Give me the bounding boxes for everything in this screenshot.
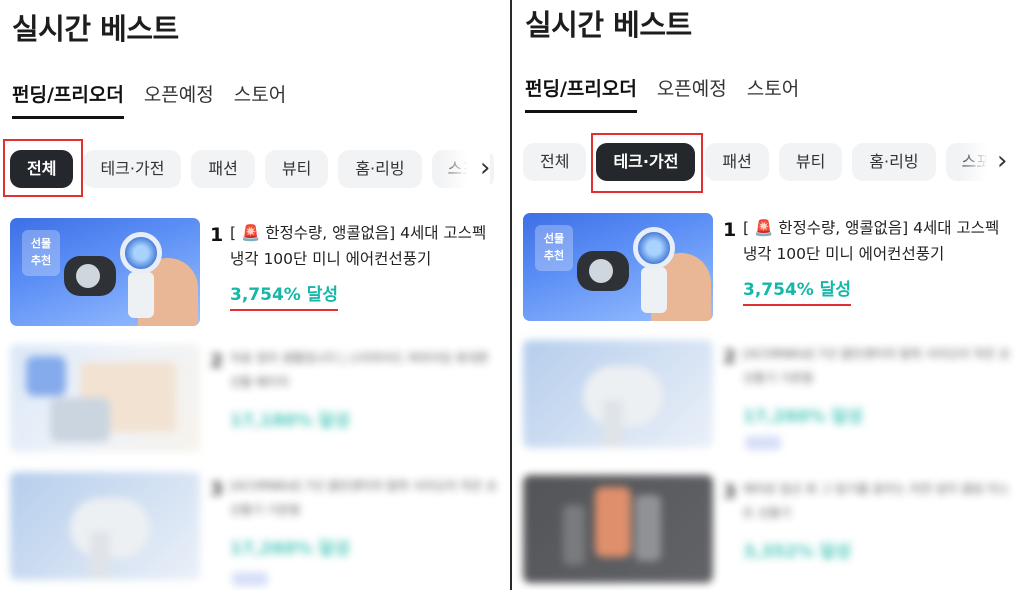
list-item[interactable]: 선물 추천 1 [ 🚨 한정수량, 앵콜없음] 4세대 고스펙 냉각 100단 … — [523, 213, 1013, 323]
filter-chips: 전체 테크·가전 패션 뷰티 홈·리빙 스포 — [523, 143, 1008, 181]
product-thumbnail[interactable] — [523, 475, 713, 583]
chip-fashion[interactable]: 패션 — [191, 150, 255, 188]
rank-number: 1 — [723, 219, 737, 241]
rank-number: 2 — [723, 346, 737, 368]
tag-pill — [745, 436, 781, 450]
product-name[interactable]: [ 🚨 한정수량, 앵콜없음] 4세대 고스펙 냉각 100단 미니 에어컨선풍… — [230, 220, 500, 272]
product-name[interactable]: [ACORNKid] 7년 클린센터의 탈취 서리오리 작은 손선풍기 기본형 — [743, 342, 1013, 390]
gift-recommend-badge: 선물 추천 — [535, 225, 573, 271]
tab-store[interactable]: 스토어 — [747, 74, 799, 113]
product-name[interactable]: [ACORNKid] 7년 클린센터의 탈취 서리오리 작은 손선풍기 기본형 — [230, 474, 500, 522]
rank-number: 2 — [210, 350, 224, 372]
chip-home-living[interactable]: 홈·리빙 — [338, 150, 422, 188]
product-thumbnail[interactable] — [523, 340, 713, 448]
filter-chips: 전체 테크·가전 패션 뷰티 홈·리빙 스포 — [10, 150, 494, 188]
list-item[interactable]: 2 자료 정리 생활입니다 | 스타마이드 여라이딩 휴대폰 선물 패키지 17… — [10, 344, 500, 454]
rank-number: 3 — [723, 481, 737, 503]
left-screenshot-panel: 실시간 베스트 펀딩/프리오더 오픈예정 스토어 전체 테크·가전 패션 뷰티 … — [0, 0, 510, 590]
tab-funding-preorder[interactable]: 펀딩/프리오더 — [12, 80, 124, 119]
product-thumbnail[interactable]: 선물 추천 — [523, 213, 713, 321]
right-screenshot-panel: 실시간 베스트 펀딩/프리오더 오픈예정 스토어 전체 테크·가전 패션 뷰티 … — [513, 0, 1030, 590]
page-title: 실시간 베스트 — [525, 8, 692, 42]
product-thumbnail[interactable] — [10, 472, 200, 580]
chip-home-living[interactable]: 홈·리빙 — [852, 143, 936, 181]
chip-all[interactable]: 전체 — [10, 150, 74, 188]
list-item[interactable]: 3 에어로 일산 휴 그 탕기를 꿈꾸는 자연 냉각 클링 미스트 선풍기 3,… — [523, 475, 1013, 585]
tab-open-soon[interactable]: 오픈예정 — [144, 80, 214, 119]
achievement-rate: 3,754% 달성 — [230, 280, 339, 311]
chip-tech[interactable]: 테크·가전 — [83, 150, 182, 188]
list-item[interactable]: 2 [ACORNKid] 7년 클린센터의 탈취 서리오리 작은 손선풍기 기본… — [523, 340, 1013, 450]
chevron-right-icon[interactable]: › — [480, 148, 490, 188]
list-item[interactable]: 선물 추천 1 [ 🚨 한정수량, 앵콜없음] 4세대 고스펙 냉각 100단 … — [10, 218, 500, 328]
chevron-right-icon[interactable]: › — [997, 141, 1007, 181]
rank-number: 1 — [210, 224, 224, 246]
tab-open-soon[interactable]: 오픈예정 — [657, 74, 727, 113]
product-thumbnail[interactable] — [10, 344, 200, 452]
achievement-rate: 3,352% 달성 — [743, 542, 852, 562]
rank-number: 3 — [210, 478, 224, 500]
product-name[interactable]: 에어로 일산 휴 그 탕기를 꿈꾸는 자연 냉각 클링 미스트 선풍기 — [743, 477, 1013, 525]
list-item[interactable]: 3 [ACORNKid] 7년 클린센터의 탈취 서리오리 작은 손선풍기 기본… — [10, 472, 500, 586]
chip-beauty[interactable]: 뷰티 — [264, 150, 329, 188]
achievement-rate: 3,754% 달성 — [743, 275, 852, 306]
gift-recommend-badge: 선물 추천 — [22, 230, 60, 276]
tag-pill — [232, 572, 268, 586]
achievement-rate: 17,260% 달성 — [743, 407, 863, 427]
achievement-rate: 17,180% 달성 — [230, 411, 350, 431]
product-name[interactable]: [ 🚨 한정수량, 앵콜없음] 4세대 고스펙 냉각 100단 미니 에어컨선풍… — [743, 215, 1013, 267]
product-thumbnail[interactable]: 선물 추천 — [10, 218, 200, 326]
chip-fashion[interactable]: 패션 — [705, 143, 769, 181]
page-title: 실시간 베스트 — [12, 12, 179, 46]
achievement-rate: 17,260% 달성 — [230, 539, 350, 559]
category-tabs: 펀딩/프리오더 오픈예정 스토어 — [525, 74, 799, 113]
category-tabs: 펀딩/프리오더 오픈예정 스토어 — [12, 80, 286, 119]
chip-all[interactable]: 전체 — [523, 143, 587, 181]
chip-tech[interactable]: 테크·가전 — [596, 143, 696, 181]
chip-beauty[interactable]: 뷰티 — [778, 143, 843, 181]
tab-funding-preorder[interactable]: 펀딩/프리오더 — [525, 74, 637, 113]
tab-store[interactable]: 스토어 — [234, 80, 286, 119]
panel-divider — [510, 0, 512, 590]
product-name[interactable]: 자료 정리 생활입니다 | 스타마이드 여라이딩 휴대폰 선물 패키지 — [230, 346, 500, 394]
